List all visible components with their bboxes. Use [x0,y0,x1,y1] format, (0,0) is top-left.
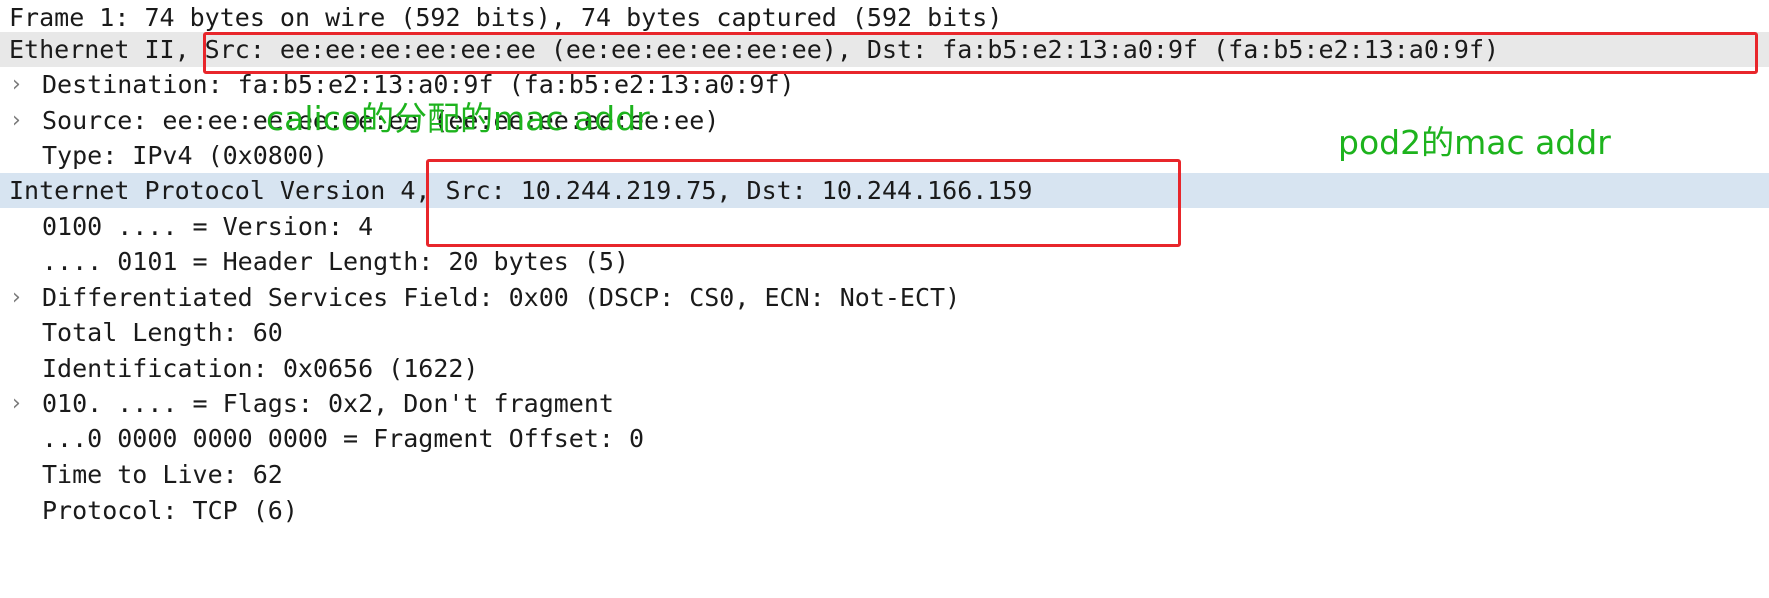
tree-row-label: 010. .... = Flags: 0x2, Don't fragment [42,389,614,418]
tree-row-label: Frame 1: 74 bytes on wire (592 bits), 74… [9,3,1003,32]
tree-row-total-length[interactable]: Total Length: 60 [0,315,1769,350]
tree-row-label: ...0 0000 0000 0000 = Fragment Offset: 0 [42,424,645,453]
tree-row-label: Protocol: TCP (6) [42,496,298,525]
tree-row-ttl[interactable]: Time to Live: 62 [0,457,1769,492]
tree-row-identification[interactable]: Identification: 0x0656 (1622) [0,351,1769,386]
chevron-right-icon[interactable]: › [12,386,32,421]
ipv4-highlight-box [426,159,1181,247]
tree-row-flags[interactable]: › 010. .... = Flags: 0x2, Don't fragment [0,386,1769,421]
tree-row-fragment-offset[interactable]: ...0 0000 0000 0000 = Fragment Offset: 0 [0,421,1769,456]
chevron-right-icon[interactable]: › [12,103,32,138]
chevron-right-icon[interactable]: › [12,67,32,102]
pod2-mac-annotation: pod2的mac addr [1338,123,1611,162]
ethernet-highlight-box [203,32,1758,74]
tree-row-label: Identification: 0x0656 (1622) [42,354,479,383]
tree-row-label: Type: IPv4 (0x0800) [42,141,328,170]
chevron-right-icon[interactable]: › [12,280,32,315]
tree-row-protocol[interactable]: Protocol: TCP (6) [0,493,1769,528]
tree-row-dsfield[interactable]: › Differentiated Services Field: 0x00 (D… [0,280,1769,315]
tree-row-label: Differentiated Services Field: 0x00 (DSC… [42,283,961,312]
tree-row-label: .... 0101 = Header Length: 20 bytes (5) [42,247,629,276]
tree-row-header-length[interactable]: .... 0101 = Header Length: 20 bytes (5) [0,244,1769,279]
tree-row-label: Total Length: 60 [42,318,283,347]
tree-row-frame[interactable]: Frame 1: 74 bytes on wire (592 bits), 74… [0,0,1769,35]
calico-mac-annotation: calico的分配的mac addr [266,99,650,138]
tree-row-label: Time to Live: 62 [42,460,283,489]
tree-row-label: 0100 .... = Version: 4 [42,212,374,241]
